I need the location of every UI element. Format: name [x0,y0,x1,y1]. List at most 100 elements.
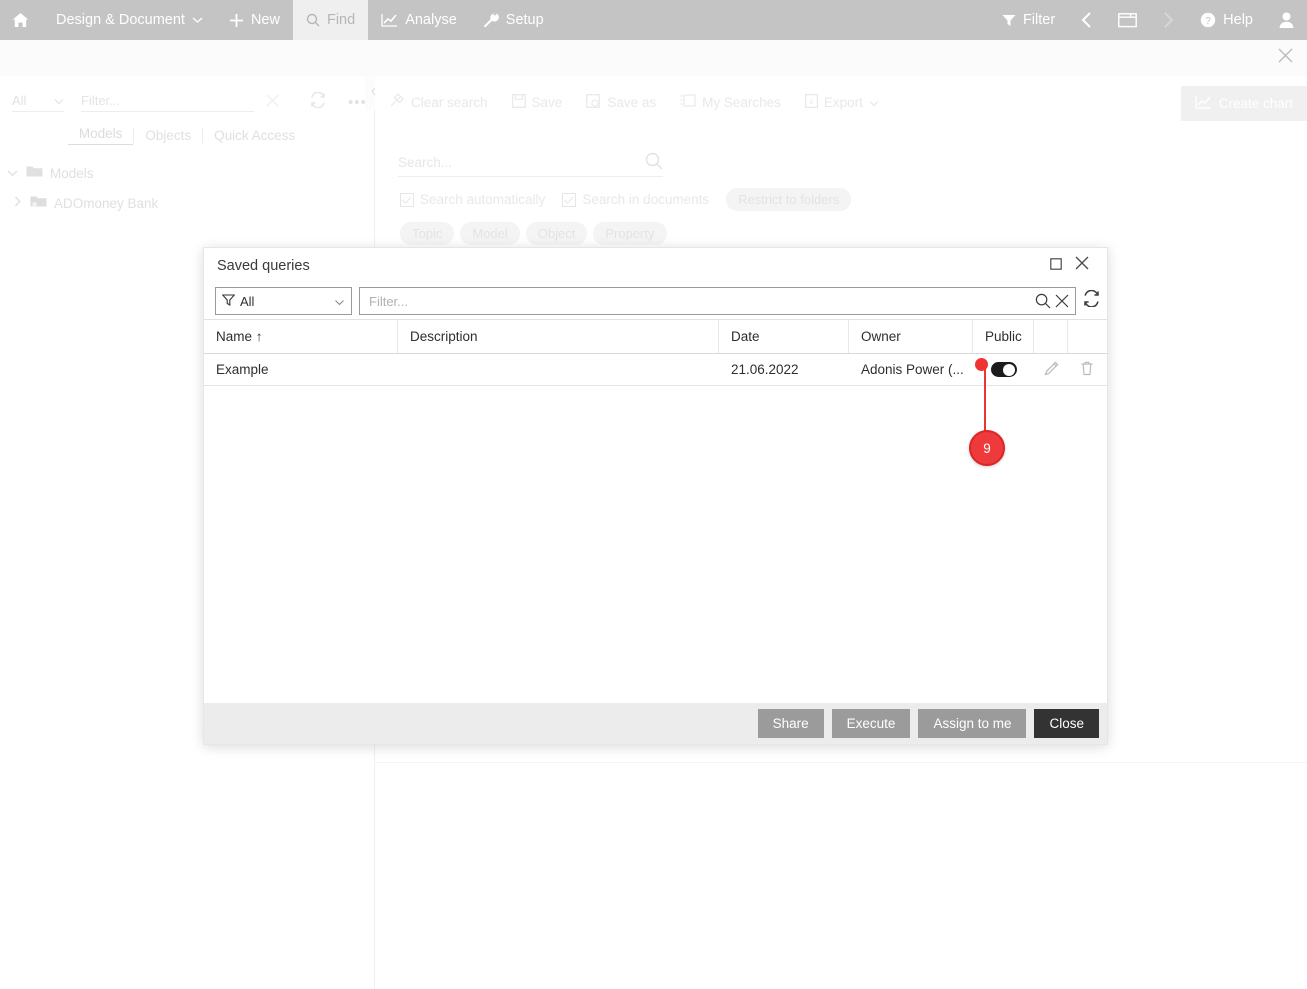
explorer-filter-clear-button[interactable] [266,94,279,111]
dialog-type-select[interactable]: All [215,287,352,315]
my-searches-label: My Searches [702,94,781,110]
close-button[interactable]: Close [1034,709,1099,738]
explorer-refresh-button[interactable] [310,90,326,113]
search-icon[interactable] [645,152,663,173]
tab-models[interactable]: Models [67,126,134,145]
table-row[interactable]: Example 21.06.2022 Adonis Power (... [204,354,1107,386]
checkbox-search-in-documents[interactable]: Search in documents [562,192,709,207]
model-tree: Models ADOmoney Bank [0,158,374,218]
menu-analyse-label: Analyse [405,12,457,28]
menu-design-document[interactable]: Design & Document [43,0,216,40]
explorer-filter-input[interactable]: Filter... [81,93,254,112]
pill-model[interactable]: Model [460,222,520,245]
checkbox-icon [400,192,414,207]
explorer-tabs: Models Objects Quick Access [0,126,374,145]
saved-queries-table: Name ↑ Description Date Owner Public Exa… [204,319,1107,703]
filter-button-label: Filter [1022,12,1056,28]
assign-to-me-button[interactable]: Assign to me [918,709,1027,738]
wrench-icon [483,12,499,28]
tree-item-models-label: Models [50,165,94,181]
edit-row-button[interactable] [1044,361,1059,379]
tree-item-adomoney-bank[interactable]: ADOmoney Bank [0,188,374,218]
dialog-close-button[interactable] [1069,253,1095,279]
dialog-filter-bar: All Filter... [204,283,1107,319]
explorer-type-select[interactable]: All [12,93,64,112]
share-button[interactable]: Share [757,709,824,738]
delete-row-button[interactable] [1080,361,1094,379]
search-options: Search automatically Search in documents… [400,188,852,211]
create-chart-button[interactable]: Create chart [1180,86,1307,121]
chart-line-icon [381,13,398,27]
tree-item-models[interactable]: Models [0,158,374,188]
annotation-dot [975,358,988,371]
search-input[interactable]: Search... [398,148,663,177]
column-header-delete [1068,320,1105,353]
column-header-public[interactable]: Public [973,320,1034,353]
menu-setup[interactable]: Setup [470,0,557,40]
checkbox-search-automatically[interactable]: Search automatically [400,192,545,207]
window-switch-button[interactable] [1105,0,1150,40]
public-toggle[interactable] [990,362,1017,377]
chevron-down-icon [54,93,64,108]
home-icon [12,12,29,28]
tab-quick-access[interactable]: Quick Access [203,128,306,143]
top-navigation-bar: Design & Document New Find Analyse Setup [0,0,1307,40]
clear-filter-icon[interactable] [1055,294,1069,308]
funnel-icon [221,293,236,309]
checkbox-icon [562,192,577,207]
column-header-description[interactable]: Description [398,320,719,353]
menu-find[interactable]: Find [292,0,369,40]
export-button[interactable]: x Export [804,93,879,111]
column-header-date[interactable]: Date [719,320,849,353]
home-button[interactable] [0,0,43,40]
pill-property[interactable]: Property [593,222,667,245]
secondary-bar [0,40,1307,76]
back-button[interactable] [1068,0,1105,40]
tab-objects[interactable]: Objects [134,128,202,143]
column-header-name[interactable]: Name ↑ [204,320,398,353]
dialog-refresh-button[interactable] [1076,287,1106,315]
help-button[interactable]: ? Help [1187,0,1266,40]
column-header-owner[interactable]: Owner [849,320,973,353]
explorer-more-button[interactable]: ••• [348,94,367,111]
restrict-to-folders-button[interactable]: Restrict to folders [726,188,852,211]
search-icon[interactable] [1035,293,1051,309]
close-icon [1075,256,1089,275]
dialog-header: Saved queries [204,248,1107,283]
pill-object[interactable]: Object [525,222,588,245]
export-label: Export [823,94,863,110]
execute-button[interactable]: Execute [831,709,911,738]
chevron-right-icon[interactable] [13,195,23,211]
forward-button[interactable] [1150,0,1187,40]
close-view-button[interactable] [1273,46,1297,70]
dialog-maximize-button[interactable] [1043,253,1069,279]
save-as-button[interactable]: Save as [586,93,656,111]
user-profile-button[interactable] [1266,0,1307,40]
save-label: Save [531,94,563,110]
pill-topic[interactable]: Topic [400,222,455,245]
user-icon [1279,12,1294,28]
chevron-left-icon [1081,12,1092,28]
svg-text:x: x [809,97,813,106]
export-icon: x [804,93,818,111]
content-divider [375,762,1307,763]
cell-delete [1068,354,1105,385]
filter-button[interactable]: Filter [989,0,1068,40]
dialog-filter-input[interactable]: Filter... [359,287,1076,315]
refresh-icon [1083,289,1100,312]
table-body: Example 21.06.2022 Adonis Power (... [204,354,1107,386]
search-icon [306,13,320,27]
clear-search-button[interactable]: Clear search [389,93,488,111]
menu-new[interactable]: New [216,0,293,40]
checkbox-search-automatically-label: Search automatically [420,192,546,207]
save-icon [511,93,526,111]
close-icon [1278,48,1293,68]
my-searches-button[interactable]: My Searches [680,93,781,111]
save-button[interactable]: Save [511,93,563,111]
trash-icon [1080,361,1094,379]
menu-analyse[interactable]: Analyse [368,0,470,40]
chevron-right-icon [1163,12,1174,28]
chevron-down-icon[interactable] [6,166,19,181]
save-as-icon [586,93,601,111]
